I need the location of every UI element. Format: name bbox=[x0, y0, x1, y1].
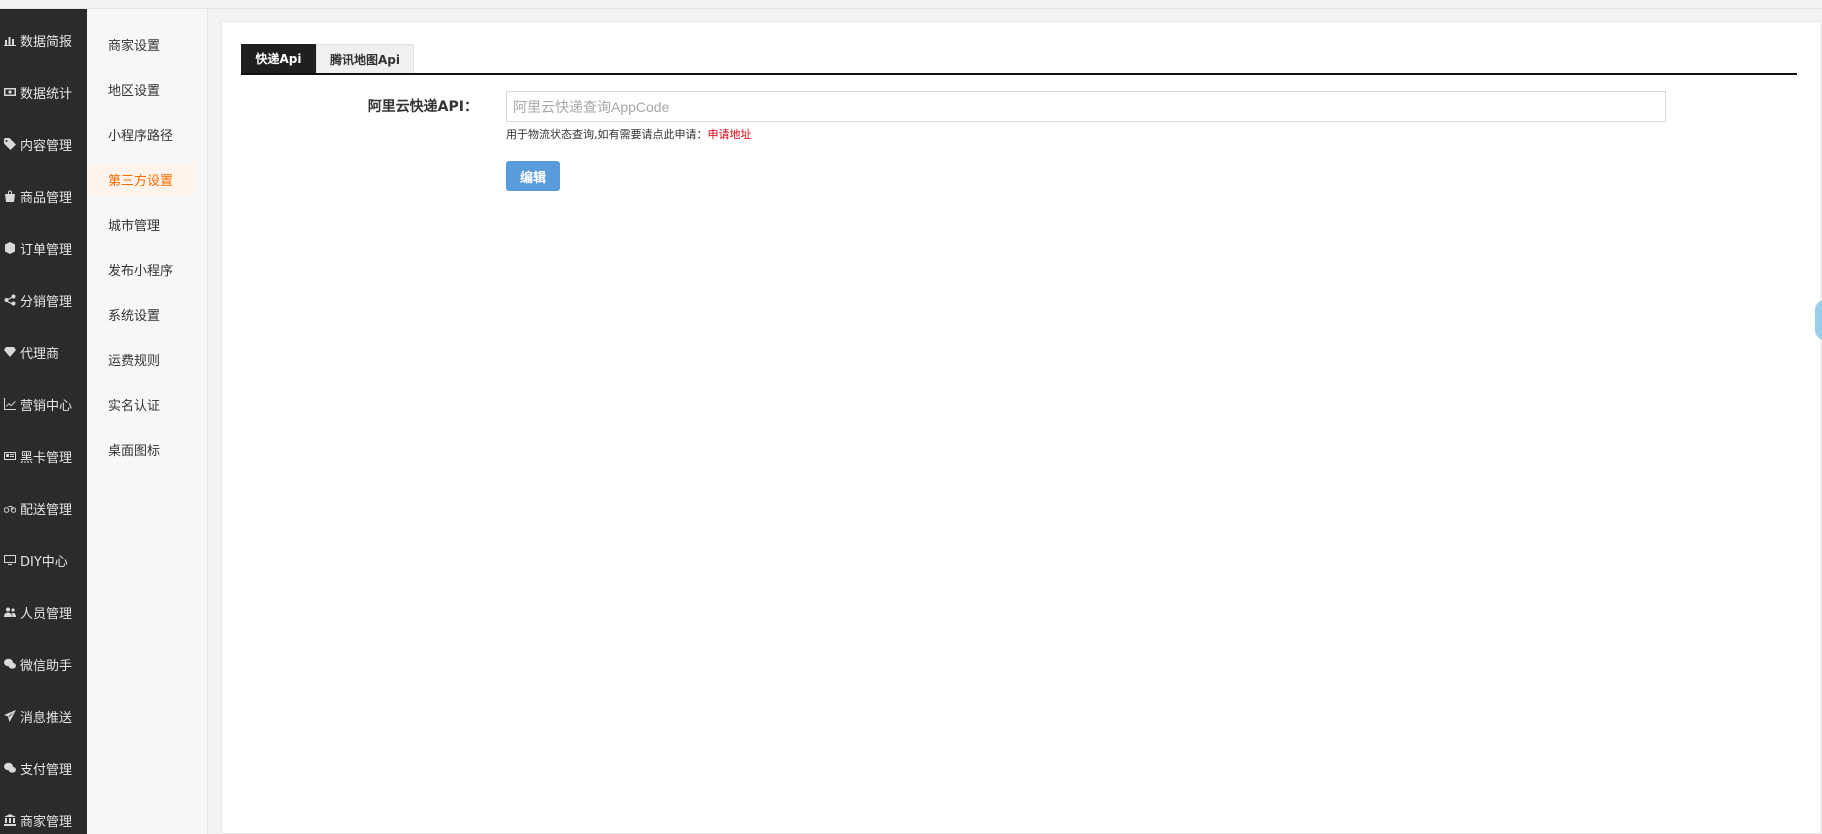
top-divider bbox=[0, 8, 1822, 9]
card-icon bbox=[2, 450, 17, 462]
submenu-item-system-settings[interactable]: 系统设置 bbox=[87, 299, 195, 329]
sidebar-item-content[interactable]: 内容管理 bbox=[0, 132, 87, 156]
diamond-icon bbox=[2, 346, 17, 358]
sidebar-item-marketing[interactable]: 营销中心 bbox=[0, 392, 87, 416]
sidebar-item-label: 支付管理 bbox=[20, 762, 73, 778]
sidebar-item-black-card[interactable]: 黑卡管理 bbox=[0, 444, 87, 468]
settings-submenu: 商家设置 地区设置 小程序路径 第三方设置 城市管理 发布小程序 系统设置 运费… bbox=[87, 9, 208, 834]
sidebar-item-label: 订单管理 bbox=[20, 242, 73, 258]
sidebar-item-label: 商品管理 bbox=[20, 190, 73, 206]
sidebar-item-label: 人员管理 bbox=[20, 606, 73, 622]
main-panel bbox=[221, 21, 1821, 834]
tab-express-api[interactable]: 快递Api bbox=[241, 44, 316, 73]
sidebar-item-label: 内容管理 bbox=[20, 138, 73, 154]
sidebar-item-products[interactable]: 商品管理 bbox=[0, 184, 87, 208]
aliyun-appcode-input[interactable] bbox=[506, 91, 1666, 122]
sidebar-item-delivery[interactable]: 配送管理 bbox=[0, 496, 87, 520]
app-root: 数据简报 数据统计 内容管理 商品管理 订单管理 分销管理 代理商 营销中心 黑… bbox=[0, 0, 1822, 834]
paper-plane-icon bbox=[2, 710, 17, 722]
sidebar-item-label: 微信助手 bbox=[20, 658, 73, 674]
sidebar-item-diy[interactable]: DIY中心 bbox=[0, 548, 87, 572]
sidebar-item-label: 代理商 bbox=[20, 346, 60, 362]
line-chart-icon bbox=[2, 398, 17, 410]
apply-address-link[interactable]: 申请地址 bbox=[708, 128, 752, 141]
sidebar-item-agents[interactable]: 代理商 bbox=[0, 340, 87, 364]
submenu-item-real-name-auth[interactable]: 实名认证 bbox=[87, 389, 195, 419]
wechat-icon bbox=[2, 658, 17, 670]
sidebar-item-orders[interactable]: 订单管理 bbox=[0, 236, 87, 260]
submenu-item-miniprogram-path[interactable]: 小程序路径 bbox=[87, 119, 195, 149]
bank-icon bbox=[2, 814, 17, 826]
submenu-item-shipping-rules[interactable]: 运费规则 bbox=[87, 344, 195, 374]
tab-tencent-map-api[interactable]: 腾讯地图Api bbox=[316, 44, 414, 73]
sidebar-item-data-stats[interactable]: 数据统计 bbox=[0, 80, 87, 104]
sidebar-item-label: 黑卡管理 bbox=[20, 450, 73, 466]
api-tabs: 快递Api 腾讯地图Api bbox=[241, 44, 1797, 75]
submenu-item-region-settings[interactable]: 地区设置 bbox=[87, 74, 195, 104]
wechat-icon bbox=[2, 762, 17, 774]
users-icon bbox=[2, 606, 17, 618]
sidebar-item-label: DIY中心 bbox=[20, 554, 68, 570]
monitor-icon bbox=[2, 554, 17, 566]
submenu-item-city-management[interactable]: 城市管理 bbox=[87, 209, 195, 239]
bike-icon bbox=[2, 502, 17, 514]
sidebar-item-wechat-assistant[interactable]: 微信助手 bbox=[0, 652, 87, 676]
submenu-item-merchant-settings[interactable]: 商家设置 bbox=[87, 29, 195, 59]
submenu-item-desktop-icon[interactable]: 桌面图标 bbox=[87, 434, 195, 464]
sidebar-item-push-messages[interactable]: 消息推送 bbox=[0, 704, 87, 728]
main-sidebar: 数据简报 数据统计 内容管理 商品管理 订单管理 分销管理 代理商 营销中心 黑… bbox=[0, 9, 87, 834]
sidebar-item-data-report[interactable]: 数据简报 bbox=[0, 28, 87, 52]
sidebar-item-merchants[interactable]: 商家管理 bbox=[0, 808, 87, 832]
sidebar-item-payment[interactable]: 支付管理 bbox=[0, 756, 87, 780]
money-icon bbox=[2, 86, 17, 98]
sidebar-item-label: 营销中心 bbox=[20, 398, 73, 414]
cube-icon bbox=[2, 242, 17, 254]
sidebar-item-label: 配送管理 bbox=[20, 502, 73, 518]
sidebar-item-label: 消息推送 bbox=[20, 710, 73, 726]
tag-icon bbox=[2, 138, 17, 150]
sidebar-item-distribution[interactable]: 分销管理 bbox=[0, 288, 87, 312]
help-text: 用于物流状态查询,如有需要请点此申请：申请地址 bbox=[506, 126, 752, 142]
help-description: 用于物流状态查询,如有需要请点此申请： bbox=[506, 128, 708, 141]
submenu-item-publish-miniprogram[interactable]: 发布小程序 bbox=[87, 254, 195, 284]
aliyun-express-api-label: 阿里云快递API： bbox=[367, 99, 478, 115]
sidebar-item-staff[interactable]: 人员管理 bbox=[0, 600, 87, 624]
sidebar-item-label: 分销管理 bbox=[20, 294, 73, 310]
floating-side-handle[interactable] bbox=[1815, 300, 1822, 340]
submenu-item-third-party-settings[interactable]: 第三方设置 bbox=[87, 164, 195, 194]
edit-button[interactable]: 编辑 bbox=[506, 161, 560, 191]
share-icon bbox=[2, 294, 17, 306]
sidebar-item-label: 数据统计 bbox=[20, 86, 73, 102]
sidebar-item-label: 商家管理 bbox=[20, 814, 73, 830]
bag-icon bbox=[2, 190, 17, 202]
sidebar-item-label: 数据简报 bbox=[20, 34, 73, 50]
bar-chart-icon bbox=[2, 34, 17, 46]
